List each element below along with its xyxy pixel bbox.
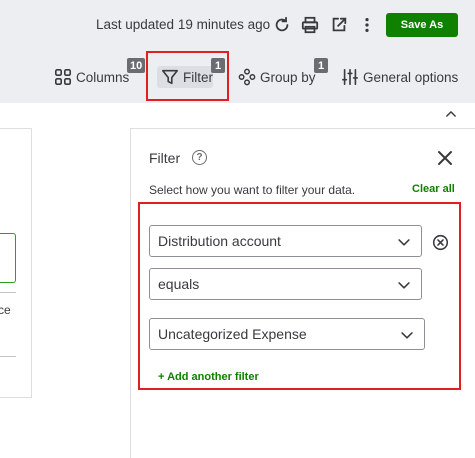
general-options-label: General options (363, 69, 459, 85)
columns-icon (54, 68, 72, 86)
filter-operator-value: equals (158, 276, 200, 292)
divider (0, 356, 16, 357)
more-icon[interactable] (358, 16, 376, 34)
last-updated-text: Last updated 19 minutes ago (96, 17, 271, 32)
group-by-button[interactable]: Group by (238, 66, 316, 88)
refresh-icon[interactable] (273, 16, 291, 34)
filter-panel-subtitle: Select how you want to filter your data. (149, 183, 356, 197)
group-by-icon (238, 68, 256, 86)
help-icon[interactable]: ? (192, 150, 207, 165)
filter-field-select[interactable]: Distribution account (149, 225, 422, 257)
partial-input[interactable] (0, 233, 16, 283)
save-as-button[interactable]: Save As (386, 13, 458, 37)
filter-panel-title: Filter (149, 150, 181, 166)
filter-field-value: Distribution account (158, 233, 281, 249)
group-by-label: Group by (260, 69, 316, 85)
chevron-down-icon (401, 332, 413, 339)
chevron-down-icon (398, 239, 410, 246)
chevron-down-icon (398, 282, 410, 289)
sliders-icon (341, 68, 359, 86)
filter-value-select[interactable]: Uncategorized Expense (149, 318, 425, 350)
add-another-filter-link[interactable]: + Add another filter (158, 371, 259, 383)
partial-label: ce (0, 303, 11, 317)
columns-button[interactable]: Columns (54, 66, 129, 88)
close-icon[interactable] (435, 148, 455, 168)
columns-count-badge: 10 (127, 58, 146, 73)
filter-value-text: Uncategorized Expense (158, 326, 307, 342)
divider (0, 292, 16, 293)
columns-label: Columns (76, 69, 130, 85)
clear-all-link[interactable]: Clear all (412, 183, 455, 195)
general-options-button[interactable]: General options (341, 66, 458, 88)
filter-button-highlight (146, 51, 229, 101)
group-by-count-badge: 1 (314, 58, 328, 73)
filter-operator-select[interactable]: equals (149, 268, 422, 300)
remove-filter-icon[interactable] (432, 234, 449, 251)
export-icon[interactable] (330, 16, 348, 34)
print-icon[interactable] (301, 16, 319, 34)
collapse-chevron-icon[interactable] (441, 104, 461, 124)
